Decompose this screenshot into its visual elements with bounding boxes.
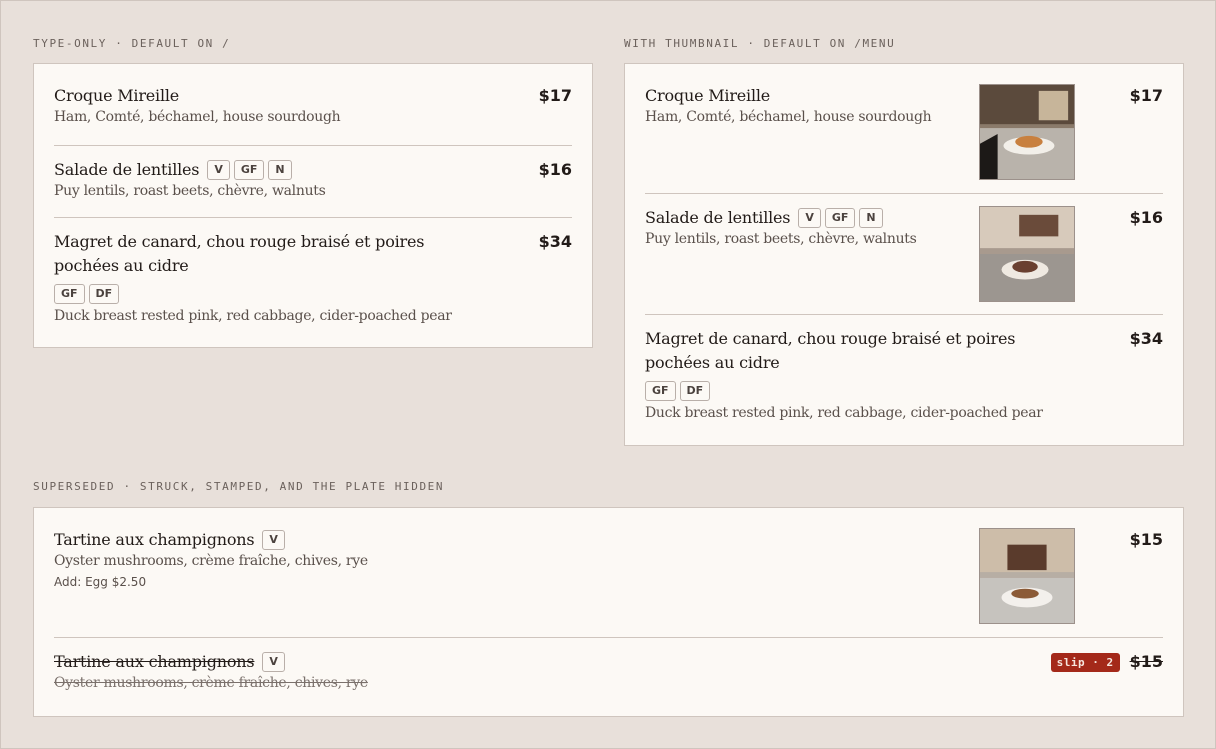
item-price: $15 <box>1129 652 1163 671</box>
menu-item[interactable]: Tartine aux champignons V Oyster mushroo… <box>54 508 1163 637</box>
item-description: Ham, Comté, béchamel, house sourdough <box>54 109 341 125</box>
item-title: Croque Mireille <box>54 86 180 105</box>
section-label-with-thumbnail: WITH THUMBNAIL · DEFAULT ON /MENU <box>624 37 896 50</box>
menu-item[interactable]: Croque Mireille Ham, Comté, béchamel, ho… <box>645 64 1163 193</box>
menu-card-type-only: Croque Mireille Ham, Comté, béchamel, ho… <box>33 63 593 348</box>
item-title: Magret de canard, chou rouge braisé et p… <box>54 232 425 275</box>
diet-tag-gf: GF <box>233 160 265 180</box>
item-description: Duck breast rested pink, red cabbage, ci… <box>645 405 1043 421</box>
menu-item[interactable]: Croque Mireille Ham, Comté, béchamel, ho… <box>54 64 572 145</box>
item-description: Oyster mushrooms, crème fraîche, chives,… <box>54 675 368 691</box>
item-title: Tartine aux champignons <box>54 652 255 671</box>
item-title: Salade de lentilles <box>54 160 200 179</box>
diet-tag-gf: GF <box>645 381 676 401</box>
menu-item-superseded[interactable]: Tartine aux champignons V Oyster mushroo… <box>54 637 1163 717</box>
section-label-type-only: TYPE-ONLY · DEFAULT ON / <box>33 37 231 50</box>
diet-tag-gf: GF <box>824 208 856 228</box>
item-title: Croque Mireille <box>645 86 771 105</box>
item-price: $16 <box>1129 208 1163 227</box>
item-description: Ham, Comté, béchamel, house sourdough <box>645 109 932 125</box>
diet-tag-df: DF <box>88 284 120 304</box>
item-price: $17 <box>538 86 572 105</box>
item-title: Magret de canard, chou rouge braisé et p… <box>645 329 1016 372</box>
menu-item[interactable]: Magret de canard, chou rouge braisé et p… <box>54 217 572 347</box>
slip-stamp: slip · 2 <box>1050 652 1120 672</box>
menu-item[interactable]: Salade de lentilles V GF N Puy lentils, … <box>54 145 572 217</box>
section-label-superseded: SUPERSEDED · STRUCK, STAMPED, AND THE PL… <box>33 480 445 493</box>
diet-tag-v: V <box>207 160 230 180</box>
diet-tag-v: V <box>262 530 285 550</box>
item-description: Oyster mushrooms, crème fraîche, chives,… <box>54 553 368 569</box>
menu-card-superseded: Tartine aux champignons V Oyster mushroo… <box>33 507 1184 717</box>
item-title: Tartine aux champignons <box>54 530 255 549</box>
item-price: $15 <box>1129 530 1163 549</box>
dish-thumbnail <box>979 206 1075 302</box>
item-price: $16 <box>538 160 572 179</box>
diet-tag-v: V <box>262 652 285 672</box>
diet-tag-gf: GF <box>54 284 85 304</box>
diet-tag-n: N <box>859 208 883 228</box>
item-price: $34 <box>1129 329 1163 348</box>
menu-card-with-thumbnail: Croque Mireille Ham, Comté, béchamel, ho… <box>624 63 1184 446</box>
item-price: $17 <box>1129 86 1163 105</box>
diet-tag-n: N <box>268 160 292 180</box>
diet-tag-df: DF <box>679 381 711 401</box>
menu-item[interactable]: Magret de canard, chou rouge braisé et p… <box>645 314 1163 445</box>
item-price: $34 <box>538 232 572 251</box>
dish-thumbnail <box>979 528 1075 624</box>
item-description: Puy lentils, roast beets, chèvre, walnut… <box>645 231 917 247</box>
item-description: Puy lentils, roast beets, chèvre, walnut… <box>54 183 326 199</box>
menu-item[interactable]: Salade de lentilles V GF N Puy lentils, … <box>645 193 1163 314</box>
item-addon: Add: Egg $2.50 <box>54 575 147 589</box>
item-title: Salade de lentilles <box>645 208 791 227</box>
diet-tag-v: V <box>798 208 821 228</box>
item-description: Duck breast rested pink, red cabbage, ci… <box>54 308 452 324</box>
dish-thumbnail <box>979 84 1075 180</box>
